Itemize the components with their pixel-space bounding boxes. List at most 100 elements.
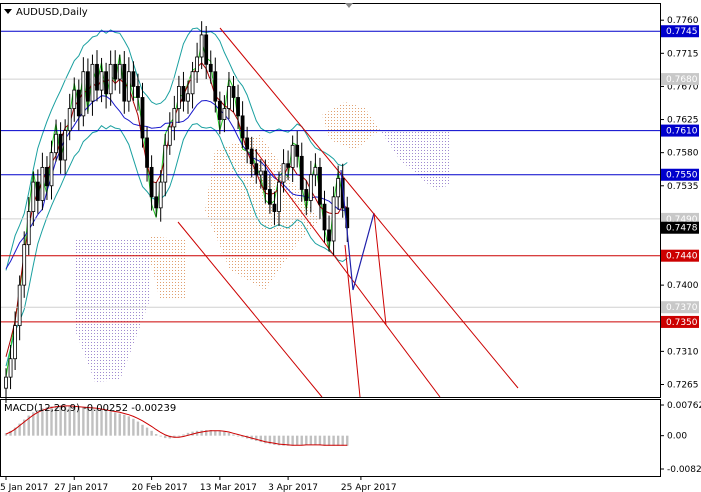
candle-body (95, 63, 99, 91)
macd-histogram-bar (336, 435, 340, 446)
macd-histogram-bar (141, 424, 144, 436)
macd-histogram-bar (118, 413, 121, 436)
price-tick-label: 0.7400 (667, 281, 699, 291)
candle-body (272, 203, 277, 212)
candle-body (236, 97, 240, 117)
macd-histogram-bar (236, 435, 240, 437)
macd-axis: 0.00762 0.00 -0.00828 (660, 401, 701, 475)
macd-histogram-bar (114, 412, 117, 436)
candle-body (204, 34, 209, 65)
candle-body (313, 166, 318, 176)
macd-histogram-bar (346, 435, 349, 446)
date-tick-label: 27 Jan 2017 (54, 483, 108, 492)
candle-body (67, 108, 72, 131)
macd-histogram-bar (223, 431, 226, 436)
candle-body (122, 63, 127, 102)
macd-histogram-bar (177, 435, 181, 437)
candle-body (213, 71, 218, 102)
price-tick-label: 0.7715 (667, 49, 699, 59)
candle-body (4, 376, 8, 389)
macd-histogram-bar (159, 435, 162, 437)
candle-body (277, 181, 281, 212)
macd-histogram-bar (132, 418, 135, 436)
candle-body (13, 325, 18, 360)
macd-histogram-bar (314, 435, 317, 445)
price-tag-label: 0.7370 (666, 303, 698, 313)
candle-body (45, 166, 49, 187)
candle-body (322, 203, 327, 231)
macd-histogram-bar (323, 435, 326, 446)
date-tick-label: 20 Feb 2017 (132, 483, 188, 492)
price-tick-label: 0.7535 (667, 182, 699, 192)
chart-canvas[interactable]: 0.77600.77150.76700.76250.75800.75350.74… (0, 0, 701, 492)
macd-histogram-bar (255, 435, 258, 441)
candle-body (117, 63, 122, 80)
candle-body (258, 170, 263, 176)
candle-body (331, 196, 336, 242)
macd-tick-label: 0.00 (667, 432, 687, 442)
candle-body (254, 163, 259, 176)
candle-body (131, 71, 136, 87)
candle-body (199, 34, 204, 58)
candle-body (35, 181, 40, 201)
candle-body (290, 144, 295, 168)
macd-histogram-bar (332, 435, 335, 446)
candle-body (208, 63, 213, 73)
candle-body (40, 166, 45, 201)
macd-histogram-bar (200, 430, 203, 436)
candle-body (22, 244, 27, 286)
macd-histogram-bar (136, 421, 140, 436)
price-tag-label: 0.7478 (666, 224, 698, 234)
candle-body (231, 86, 236, 98)
candle-body (31, 181, 36, 212)
macd-histogram-bar (305, 435, 308, 445)
macd-histogram-bar (150, 430, 153, 436)
candle-body (267, 189, 272, 205)
price-tag-label: 0.7680 (666, 75, 698, 85)
candle-body (318, 166, 322, 205)
date-axis: 5 Jan 2017 27 Jan 2017 20 Feb 2017 13 Mar 2… (0, 476, 397, 492)
macd-histogram-bar (300, 435, 303, 445)
macd-histogram-bar (109, 411, 112, 436)
candle-body (336, 178, 341, 198)
price-tick-label: 0.7265 (667, 380, 699, 390)
candle-body (181, 86, 186, 102)
candle-body (99, 71, 104, 91)
candle-body (17, 284, 22, 327)
candle-body (136, 86, 140, 98)
candle-body (76, 89, 81, 117)
candle-body (217, 100, 222, 120)
date-tick-label: 25 Apr 2017 (341, 483, 397, 492)
macd-label: MACD(12,26,9) -0.00252 -0.00239 (4, 403, 176, 414)
candle-body (126, 71, 131, 102)
symbol-label[interactable]: AUDUSD,Daily (16, 7, 88, 18)
candle-body (304, 189, 309, 201)
macd-histogram-bar (218, 430, 222, 436)
candle-body (308, 174, 313, 201)
macd-histogram-bar (318, 435, 322, 446)
candle-body (90, 63, 95, 102)
candle-body (8, 358, 13, 378)
price-tag-label: 0.7440 (666, 252, 698, 262)
candle-body (190, 71, 195, 95)
candle-body (186, 93, 190, 102)
price-tag-label: 0.7745 (666, 27, 698, 37)
candle-body (49, 152, 54, 187)
price-tick-label: 0.7580 (667, 149, 699, 159)
candle-body (227, 86, 231, 109)
candle-body (299, 155, 304, 190)
date-tick-label: 5 Jan 2017 (0, 483, 48, 492)
candle-body (195, 56, 200, 73)
candle-body (54, 133, 58, 154)
macd-histogram-bar (341, 435, 344, 446)
candle-body (26, 211, 31, 246)
candle-body (63, 130, 68, 161)
candle-body (249, 148, 254, 165)
candle-body (327, 229, 331, 242)
macd-histogram-bar (145, 427, 149, 436)
candle-body (295, 144, 300, 157)
price-tag-label: 0.7610 (666, 127, 698, 137)
candle-body (113, 63, 118, 80)
price-tick-label: 0.7760 (667, 16, 699, 26)
candle-body (81, 71, 86, 117)
